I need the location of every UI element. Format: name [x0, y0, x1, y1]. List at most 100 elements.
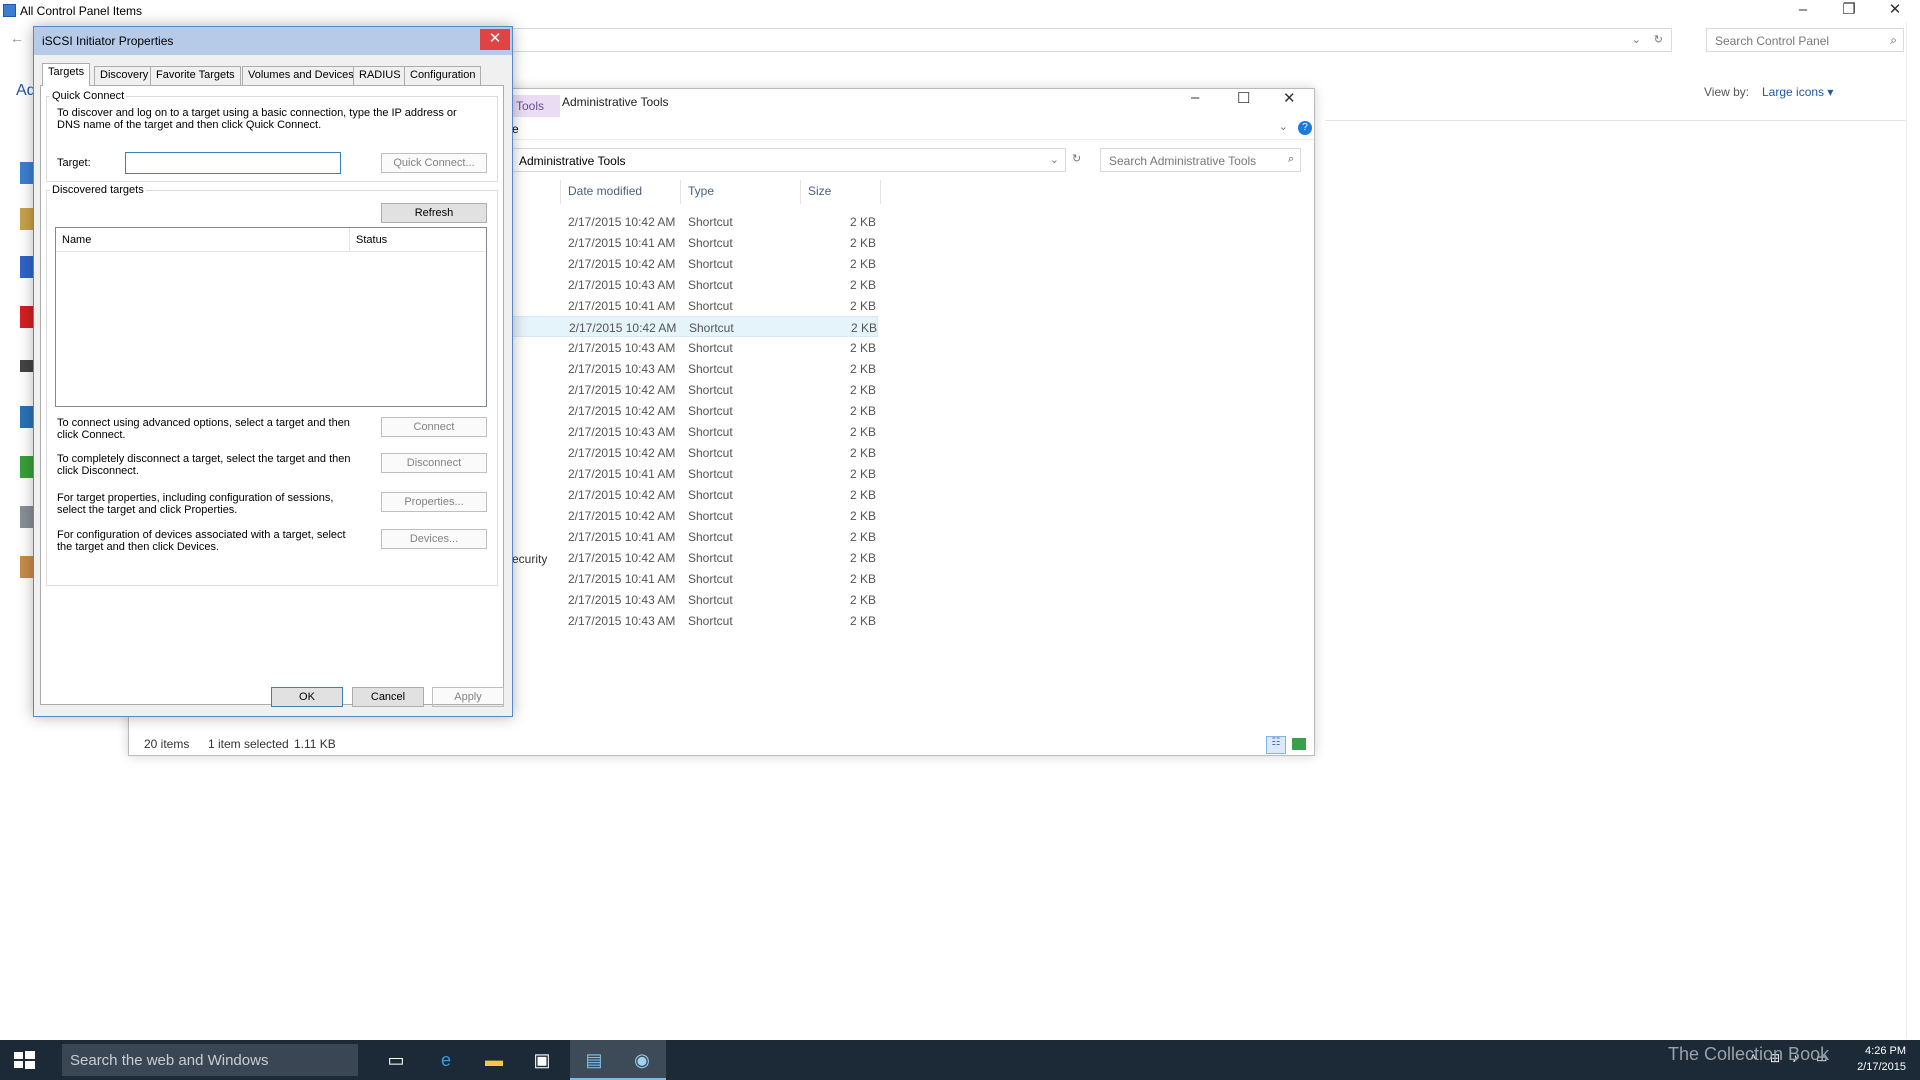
- search-icon: ⌕: [1890, 33, 1897, 47]
- status-bar: 20 items 1 item selected 1.11 KB ☷: [128, 734, 1315, 756]
- discovered-targets-label: Discovered targets: [50, 184, 146, 196]
- tab-favorite-targets[interactable]: Favorite Targets: [150, 66, 241, 85]
- file-explorer-icon[interactable]: ▬: [470, 1040, 518, 1080]
- tab-discovery[interactable]: Discovery: [94, 66, 155, 85]
- table-row[interactable]: 2/17/2015 10:41 AM Shortcut 2 KB: [510, 232, 878, 253]
- chevron-down-icon[interactable]: ⌄: [1632, 33, 1641, 46]
- iscsi-initiator-taskbar-icon[interactable]: ◉: [618, 1040, 666, 1080]
- devices-button[interactable]: Devices...: [381, 529, 487, 549]
- maximize-button[interactable]: ☐: [1237, 89, 1250, 107]
- cancel-button[interactable]: Cancel: [352, 687, 424, 707]
- store-icon[interactable]: ▣: [518, 1040, 566, 1080]
- address-text: Administrative Tools: [519, 154, 626, 168]
- close-button[interactable]: ✕: [1283, 89, 1296, 107]
- tab-radius[interactable]: RADIUS: [353, 66, 407, 85]
- table-row[interactable]: 2/17/2015 10:41 AM Shortcut 2 KB: [510, 526, 878, 547]
- disconnect-button[interactable]: Disconnect: [381, 453, 487, 473]
- table-row[interactable]: 2/17/2015 10:42 AM Shortcut 2 KB: [510, 484, 878, 505]
- table-row[interactable]: 2/17/2015 10:42 AM Shortcut 2 KB: [510, 316, 878, 337]
- table-row[interactable]: 2/17/2015 10:43 AM Shortcut 2 KB: [510, 421, 878, 442]
- properties-description: For target properties, including configu…: [57, 492, 334, 516]
- admin-tools-search-input[interactable]: Search Administrative Tools ⌕: [1100, 148, 1301, 172]
- iscsi-initiator-dialog: iSCSI Initiator Properties ✕ Targets Dis…: [33, 26, 513, 717]
- internet-explorer-icon[interactable]: e: [422, 1040, 470, 1080]
- column-separator[interactable]: [880, 180, 881, 204]
- list-header-name[interactable]: Name: [62, 234, 91, 246]
- target-input[interactable]: [125, 152, 341, 174]
- close-button[interactable]: ✕: [1872, 0, 1918, 22]
- table-cell-date: 2/17/2015 10:42 AM: [568, 446, 676, 460]
- view-by-dropdown[interactable]: Large icons ▾: [1762, 85, 1833, 99]
- table-row[interactable]: 2/17/2015 10:43 AM Shortcut 2 KB: [510, 337, 878, 358]
- restore-button[interactable]: ❐: [1826, 0, 1872, 22]
- table-row[interactable]: 2/17/2015 10:41 AM Shortcut 2 KB: [510, 295, 878, 316]
- refresh-icon[interactable]: ↻: [1072, 152, 1081, 165]
- task-view-icon[interactable]: ▭: [372, 1040, 420, 1080]
- properties-button[interactable]: Properties...: [381, 492, 487, 512]
- table-row[interactable]: 2/17/2015 10:42 AM Shortcut 2 KB: [510, 253, 878, 274]
- start-button[interactable]: [0, 1040, 48, 1080]
- quick-connect-button[interactable]: Quick Connect...: [381, 153, 487, 173]
- taskbar-search-box[interactable]: Search the web and Windows: [62, 1044, 358, 1076]
- table-row[interactable]: 2/17/2015 10:42 AM Shortcut 2 KB: [510, 442, 878, 463]
- scrollbar[interactable]: [1906, 22, 1920, 1038]
- table-cell-size: 2 KB: [850, 236, 877, 250]
- table-row[interactable]: 2/17/2015 10:43 AM Shortcut 2 KB: [510, 610, 878, 631]
- list-header: Name Status: [56, 228, 486, 252]
- tab-targets[interactable]: Targets: [42, 63, 91, 86]
- table-cell-size: 2 KB: [850, 425, 877, 439]
- table-row[interactable]: 2/17/2015 10:42 AM Shortcut 2 KB: [510, 400, 878, 421]
- ok-button[interactable]: OK: [271, 687, 343, 707]
- large-icons-view-icon[interactable]: [1292, 738, 1306, 750]
- table-row[interactable]: 2/17/2015 10:42 AM Shortcut 2 KB: [510, 505, 878, 526]
- connect-button[interactable]: Connect: [381, 417, 487, 437]
- table-row[interactable]: 2/17/2015 10:43 AM Shortcut 2 KB: [510, 589, 878, 610]
- ribbon-tab-tools[interactable]: Tools: [510, 95, 560, 117]
- column-separator[interactable]: [349, 228, 350, 252]
- details-view-icon[interactable]: ☷: [1266, 736, 1286, 754]
- table-row[interactable]: 2/17/2015 10:42 AM Shortcut 2 KB: [510, 379, 878, 400]
- minimize-button[interactable]: –: [1191, 89, 1199, 106]
- table-cell-date: 2/17/2015 10:41 AM: [568, 530, 676, 544]
- chevron-down-icon[interactable]: ⌄: [1279, 120, 1288, 133]
- column-header-date[interactable]: Date modified: [568, 184, 642, 198]
- help-icon[interactable]: ?: [1298, 121, 1312, 135]
- chevron-down-icon[interactable]: ⌄: [1050, 153, 1059, 166]
- table-cell-date: 2/17/2015 10:43 AM: [568, 278, 676, 292]
- apply-button[interactable]: Apply: [432, 687, 504, 707]
- tab-configuration[interactable]: Configuration: [404, 66, 482, 85]
- refresh-icon[interactable]: ↻: [1654, 33, 1663, 46]
- list-header-status[interactable]: Status: [356, 234, 387, 246]
- column-separator[interactable]: [560, 180, 561, 204]
- status-item-count: 20 items: [144, 737, 190, 751]
- column-separator[interactable]: [800, 180, 801, 204]
- control-panel-search-input[interactable]: Search Control Panel ⌕: [1706, 28, 1904, 52]
- table-row[interactable]: 2/17/2015 10:41 AM Shortcut 2 KB: [510, 463, 878, 484]
- table-row[interactable]: 2/17/2015 10:42 AM Shortcut 2 KB: [510, 547, 878, 568]
- close-button[interactable]: ✕: [480, 29, 510, 50]
- control-panel-taskbar-icon[interactable]: ▤: [570, 1040, 618, 1080]
- table-cell-type: Shortcut: [688, 614, 733, 628]
- admin-tools-address-bar[interactable]: Administrative Tools ⌄: [510, 148, 1066, 172]
- column-header-size[interactable]: Size: [808, 184, 831, 198]
- tab-volumes-and-devices[interactable]: Volumes and Devices: [242, 66, 360, 85]
- table-cell-size: 2 KB: [850, 530, 877, 544]
- table-row[interactable]: 2/17/2015 10:42 AM Shortcut 2 KB: [510, 211, 878, 232]
- partial-file-name[interactable]: ecurity: [512, 552, 547, 566]
- refresh-button[interactable]: Refresh: [381, 203, 487, 223]
- table-row[interactable]: 2/17/2015 10:43 AM Shortcut 2 KB: [510, 274, 878, 295]
- table-row[interactable]: 2/17/2015 10:41 AM Shortcut 2 KB: [510, 568, 878, 589]
- table-row[interactable]: 2/17/2015 10:43 AM Shortcut 2 KB: [510, 358, 878, 379]
- control-panel-address-bar[interactable]: ⌄ ↻: [450, 28, 1672, 52]
- table-cell-type: Shortcut: [688, 341, 733, 355]
- column-separator[interactable]: [680, 180, 681, 204]
- minimize-button[interactable]: –: [1780, 0, 1826, 22]
- column-header-type[interactable]: Type: [688, 184, 714, 198]
- table-cell-type: Shortcut: [688, 278, 733, 292]
- table-cell-size: 2 KB: [850, 404, 877, 418]
- clock[interactable]: 4:26 PM 2/17/2015: [1857, 1043, 1906, 1075]
- back-arrow-icon[interactable]: ←: [10, 30, 24, 46]
- search-icon: ⌕: [1287, 153, 1294, 165]
- connect-description: To connect using advanced options, selec…: [57, 417, 350, 441]
- discovered-targets-list[interactable]: Name Status: [55, 227, 487, 407]
